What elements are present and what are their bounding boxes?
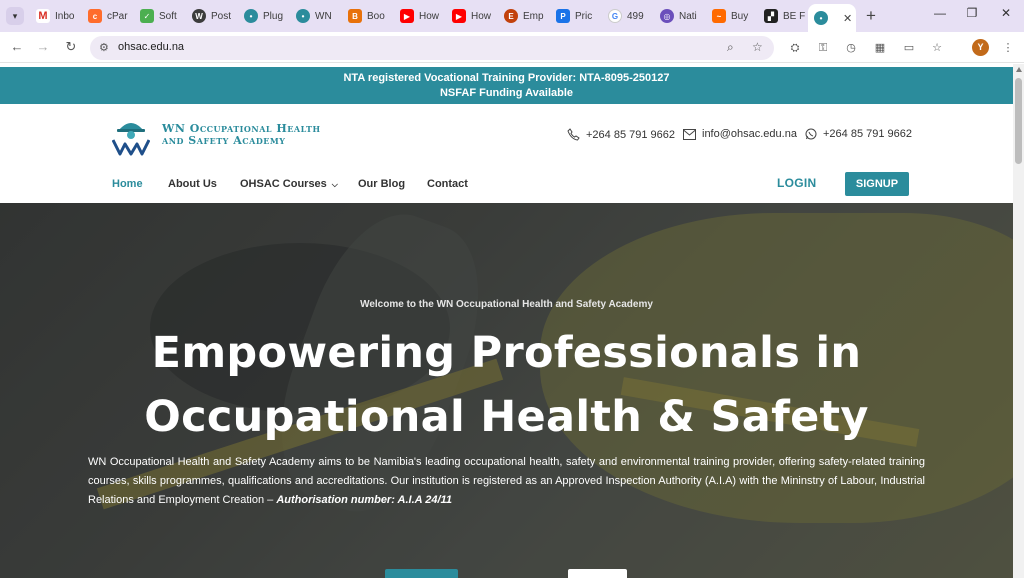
menu-icon[interactable]: ⋮ <box>1000 40 1016 56</box>
extension-icon[interactable]: ⛭ <box>787 40 803 56</box>
zoom-icon[interactable]: ⌕ <box>727 40 734 55</box>
browser-tab[interactable]: ~ Buy <box>706 5 757 27</box>
site-icon: • <box>244 9 258 23</box>
browser-toolbar: ← → ↻ ⚙ ohsac.edu.na ⌕ ☆ ⛭ ⚿ ◷ ▦ ▭ ☆ Y ⋮ <box>0 32 1024 63</box>
restore-icon[interactable]: ❐ <box>964 6 980 20</box>
browser-tab[interactable]: ▶ How <box>446 5 497 27</box>
site-icon: • <box>814 11 828 25</box>
phone-icon <box>567 128 580 141</box>
wordpress-icon: W <box>192 9 206 23</box>
youtube-icon: ▶ <box>400 9 414 23</box>
hero-primary-button[interactable] <box>385 569 458 578</box>
new-tab-icon[interactable]: + <box>862 6 880 26</box>
nav-contact[interactable]: Contact <box>427 178 468 190</box>
browser-tab[interactable]: E Emp <box>498 5 549 27</box>
address-bar[interactable]: ⚙ ohsac.edu.na ⌕ ☆ <box>90 36 774 60</box>
browser-tab[interactable]: G 499 <box>602 5 653 27</box>
app-icon: E <box>504 9 518 23</box>
nav-home[interactable]: Home <box>112 178 143 190</box>
browser-tab[interactable]: • WN <box>290 5 341 27</box>
password-key-icon[interactable]: ⚿ <box>815 40 831 56</box>
softaculous-icon: ✓ <box>140 9 154 23</box>
hero-welcome-text: Welcome to the WN Occupational Health an… <box>360 299 653 310</box>
site-info-icon[interactable]: ⚙ <box>99 41 109 54</box>
browser-tab[interactable]: ✓ Soft <box>134 5 185 27</box>
close-tab-icon[interactable]: ✕ <box>843 12 852 25</box>
browser-tab[interactable]: ◎ Nati <box>654 5 705 27</box>
cpanel-icon: c <box>88 9 102 23</box>
forward-icon[interactable]: → <box>34 38 52 56</box>
browser-tab[interactable]: B Boo <box>342 5 393 27</box>
scroll-up-icon[interactable] <box>1016 67 1022 72</box>
browser-tab[interactable]: M Inbo <box>30 5 81 27</box>
google-icon: G <box>608 9 622 23</box>
site-header: WN Occupational Health and Safety Academ… <box>0 104 1013 203</box>
hero-title: Empowering Professionals in Occupational… <box>144 328 869 442</box>
hero-description: WN Occupational Health and Safety Academ… <box>88 456 925 506</box>
whatsapp-contact[interactable]: +264 85 791 9662 <box>805 128 912 140</box>
cast-icon[interactable]: ▭ <box>901 40 917 56</box>
browser-tab[interactable]: • Plug <box>238 5 289 27</box>
page-scrollbar[interactable] <box>1013 64 1024 578</box>
bookmark-star-icon[interactable]: ☆ <box>752 40 763 54</box>
back-icon[interactable]: ← <box>8 38 26 56</box>
url-text[interactable]: ohsac.edu.na <box>118 41 184 53</box>
email-icon <box>683 128 696 140</box>
login-link[interactable]: LOGIN <box>777 176 817 190</box>
site-icon: • <box>296 9 310 23</box>
chevron-down-icon: ⌵ <box>331 180 338 189</box>
scrollbar-thumb[interactable] <box>1015 78 1022 164</box>
nav-ohsac-courses[interactable]: OHSAC Courses ⌵ <box>240 178 338 190</box>
minimize-icon[interactable]: — <box>932 6 948 20</box>
buy-icon: ~ <box>712 9 726 23</box>
pricing-icon: P <box>556 9 570 23</box>
qr-code-icon[interactable]: ▦ <box>872 40 888 56</box>
browser-tab-strip: ▾ M Inbo c cPar ✓ Soft W Post • Plug • WN B Boo… <box>0 0 1024 32</box>
browser-tab[interactable]: W Post <box>186 5 237 27</box>
academy-logo-icon[interactable] <box>112 116 150 156</box>
bookmark-icon: B <box>348 9 362 23</box>
hero-secondary-button[interactable] <box>568 569 627 578</box>
academy-logo-text[interactable]: WN Occupational Health and Safety Academ… <box>162 123 321 147</box>
reload-icon[interactable]: ↻ <box>62 38 80 56</box>
page-viewport: NTA registered Vocational Training Provi… <box>0 64 1013 578</box>
browser-tab[interactable]: ▞ BE F <box>758 5 809 27</box>
browser-tab[interactable]: ▶ How <box>394 5 445 27</box>
announcement-line-1: NTA registered Vocational Training Provi… <box>343 72 670 84</box>
history-icon[interactable]: ◷ <box>843 40 859 56</box>
browser-tab-active[interactable]: • ✕ <box>808 4 856 32</box>
profile-avatar[interactable]: Y <box>972 39 989 56</box>
close-window-icon[interactable]: ✕ <box>998 6 1014 20</box>
phone-contact[interactable]: +264 85 791 9662 <box>567 128 675 141</box>
hero-section: Welcome to the WN Occupational Health an… <box>0 203 1013 578</box>
whatsapp-icon <box>805 128 817 140</box>
authorisation-number: Authorisation number: A.I.A 24/11 <box>276 494 452 506</box>
email-contact[interactable]: info@ohsac.edu.na <box>683 128 797 140</box>
circle-icon: ◎ <box>660 9 674 23</box>
nav-about-us[interactable]: About Us <box>168 178 217 190</box>
announcement-bar: NTA registered Vocational Training Provi… <box>0 67 1013 104</box>
nav-our-blog[interactable]: Our Blog <box>358 178 405 190</box>
bookmarks-icon[interactable]: ☆ <box>929 40 945 56</box>
browser-tab[interactable]: c cPar <box>82 5 133 27</box>
gmail-icon: M <box>36 9 50 23</box>
youtube-icon: ▶ <box>452 9 466 23</box>
signup-button[interactable]: SIGNUP <box>845 172 909 196</box>
browser-tab[interactable]: P Pric <box>550 5 601 27</box>
announcement-line-2: NSFAF Funding Available <box>439 87 574 99</box>
tab-search-icon[interactable]: ▾ <box>6 7 24 25</box>
be-icon: ▞ <box>764 9 778 23</box>
